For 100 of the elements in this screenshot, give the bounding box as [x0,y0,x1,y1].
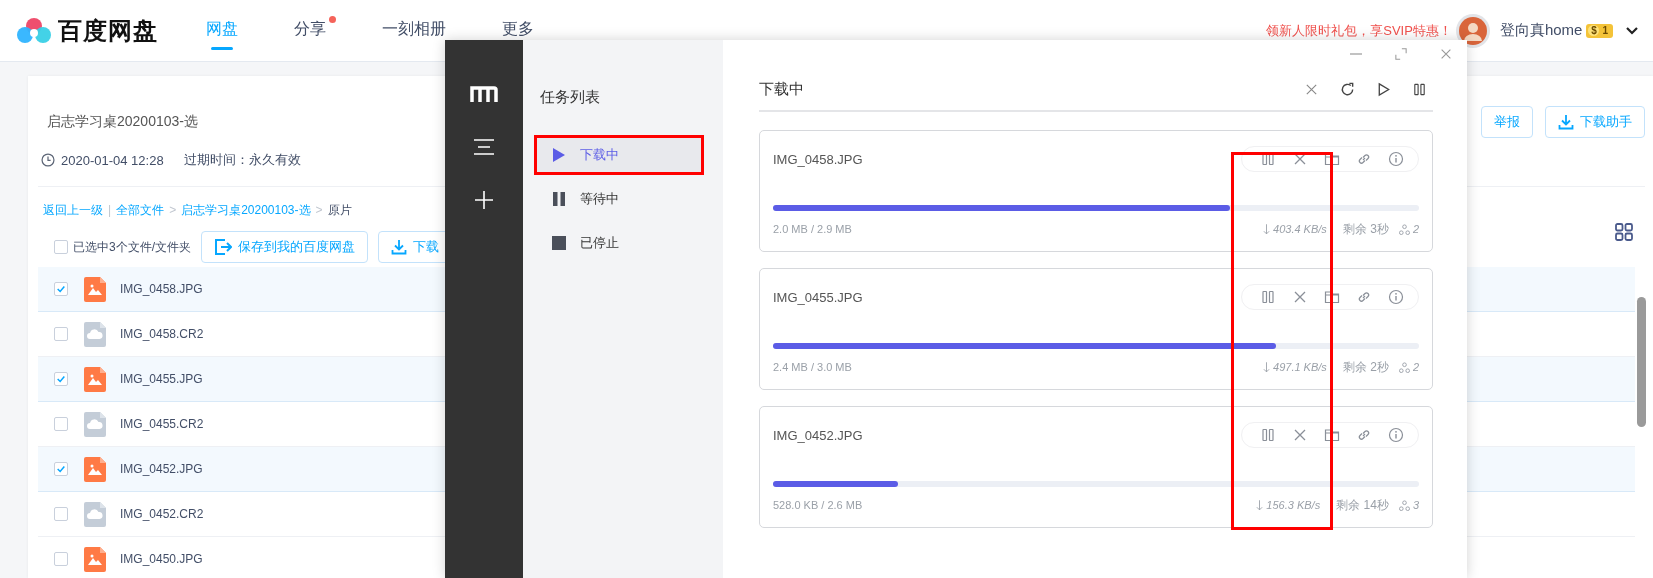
share-date: 2020-01-04 12:28 [61,152,164,168]
breadcrumb-separator: > [169,203,177,217]
time-remaining: 剩余 3秒 [1342,220,1389,238]
sidebar-item[interactable]: 下载中 [534,135,704,175]
info-icon[interactable] [1388,289,1404,305]
vip-badge: $ 1 [1586,23,1613,38]
download-helper-button[interactable]: 下载助手 [1545,106,1645,138]
checkbox[interactable] [54,240,68,254]
nav-tab[interactable]: 分享 [292,0,336,62]
image-file-icon [84,366,106,392]
checkbox[interactable] [54,372,68,386]
image-file-icon [84,546,106,572]
scrollbar[interactable] [1637,297,1646,427]
info-icon[interactable] [1388,427,1404,443]
file-name: IMG_0452.JPG [120,462,203,476]
report-button[interactable]: 举报 [1481,106,1533,138]
cloud-file-icon [84,411,106,437]
checkbox[interactable] [54,327,68,341]
nodes-icon [1398,361,1410,373]
checkmark-icon [56,464,66,474]
cloud-file-icon [84,321,106,347]
clock-icon [41,153,55,167]
arrow-down-icon [1256,499,1264,511]
download-icon [1558,114,1574,130]
info-icon[interactable] [1388,151,1404,167]
image-file-icon [84,276,106,302]
breadcrumb-current: 原片 [327,201,352,219]
checkmark-icon [56,284,66,294]
task-size: 2.0 MB / 2.9 MB [773,223,852,235]
download-speed: 156.3 KB/s [1266,499,1321,511]
file-name: IMG_0458.CR2 [120,327,204,341]
folder-icon[interactable] [1324,427,1340,443]
task-file-name: IMG_0458.JPG [773,151,863,167]
peer-count: 3 [1412,499,1419,511]
arrow-down-icon [1263,223,1271,235]
promo-link[interactable]: 领新人限时礼包，享SVIP特惠！ [1266,21,1452,40]
chevron-down-icon[interactable] [1625,25,1639,36]
peer-count: 2 [1412,223,1419,235]
nodes-icon [1398,499,1410,511]
close-icon[interactable] [1292,289,1308,305]
play-icon [552,147,566,163]
checkbox[interactable] [54,462,68,476]
breadcrumb-link[interactable]: 启志学习桌20200103-选 [181,201,311,219]
peer-count: 2 [1412,361,1419,373]
file-name: IMG_0450.JPG [120,552,203,566]
menu-icon[interactable] [473,138,495,156]
link-icon[interactable] [1356,427,1372,443]
grid-view-icon[interactable] [1615,223,1633,241]
breadcrumb-link[interactable]: 全部文件 [116,201,165,219]
file-name: IMG_0455.JPG [120,372,203,386]
nodes-icon [1398,223,1410,235]
breadcrumb-link[interactable]: 返回上一级 [43,201,103,219]
breadcrumb-divider: | [108,203,112,217]
user-name[interactable]: 登向真home [1499,21,1583,40]
task-file-name: IMG_0455.JPG [773,289,863,305]
sidebar-title: 任务列表 [540,87,601,107]
close-icon[interactable] [1292,427,1308,443]
checkbox[interactable] [54,552,68,566]
pause-icon [552,191,566,207]
maximize-icon[interactable] [1395,48,1407,60]
share-title: 启志学习桌20200103-选 [47,113,198,131]
checkmark-icon [56,374,66,384]
nav-tab[interactable]: 网盘 [204,0,248,62]
avatar [1455,13,1490,48]
close-icon[interactable] [1439,47,1453,61]
arrow-down-icon [1263,361,1271,373]
image-file-icon [84,456,106,482]
breadcrumb-separator: > [315,203,323,217]
logo-text: 百度网盘 [58,15,158,46]
task-file-name: IMG_0452.JPG [773,427,863,443]
pause-icon[interactable] [1412,81,1427,97]
task-size: 528.0 KB / 2.6 MB [773,499,863,511]
file-name: IMG_0452.CR2 [120,507,204,521]
app-logo-icon[interactable] [470,84,498,104]
time-remaining: 剩余 14秒 [1336,496,1389,514]
link-icon[interactable] [1356,151,1372,167]
file-name: IMG_0455.CR2 [120,417,204,431]
download-speed: 497.1 KB/s [1273,361,1327,373]
file-name: IMG_0458.JPG [120,282,203,296]
folder-icon[interactable] [1324,289,1340,305]
select-all-label: 已选中3个文件/文件夹 [73,238,191,256]
download-speed: 403.4 KB/s [1273,223,1327,235]
task-size: 2.4 MB / 3.0 MB [773,361,852,373]
nav-tab[interactable]: 一刻相册 [380,0,456,62]
checkbox[interactable] [54,507,68,521]
expiry-text: 过期时间：永久有效 [183,151,301,169]
cloud-file-icon [84,501,106,527]
sidebar-item[interactable]: 已停止 [534,223,704,263]
link-icon[interactable] [1356,289,1372,305]
export-icon [214,238,232,256]
checkbox[interactable] [54,282,68,296]
plus-icon[interactable] [474,190,494,210]
checkbox[interactable] [54,417,68,431]
logo-icon [16,15,52,46]
sidebar-item[interactable]: 等待中 [534,179,704,219]
panel-title: 下载中 [759,79,804,99]
save-to-drive-button[interactable]: 保存到我的百度网盘 [201,231,368,263]
time-remaining: 剩余 2秒 [1342,358,1389,376]
play-icon[interactable] [1376,81,1391,97]
refresh-icon[interactable] [1340,81,1355,97]
